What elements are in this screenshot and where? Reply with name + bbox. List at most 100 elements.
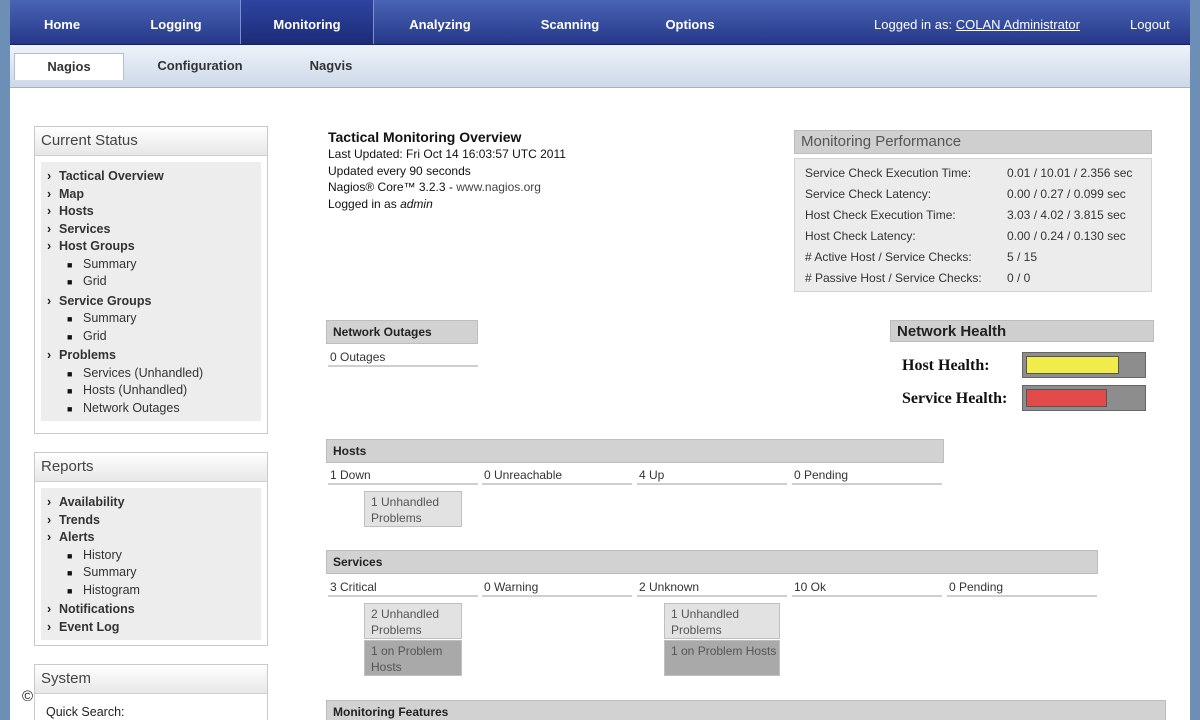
menu-alerts[interactable]: › Alerts — [41, 529, 261, 547]
hosts-unreachable[interactable]: 0 Unreachable — [482, 467, 632, 485]
menu-label: Hosts — [59, 204, 94, 218]
square-bullet-icon: ■ — [67, 331, 73, 342]
logged-in-text: Logged in as — [328, 196, 401, 211]
menu-host-groups-grid[interactable]: ■ Grid — [41, 273, 261, 291]
menu-services[interactable]: › Services — [41, 221, 261, 239]
login-prefix: Logged in as: — [874, 17, 953, 32]
menu-service-groups-summary[interactable]: ■ Summary — [41, 310, 261, 328]
menu-host-groups[interactable]: › Host Groups — [41, 238, 261, 256]
performance-value: 3.03 / 4.02 / 3.815 sec — [1007, 208, 1126, 222]
logged-in-line: Logged in as admin — [328, 196, 566, 213]
nav-scanning[interactable]: Scanning — [520, 0, 620, 44]
square-bullet-icon: ■ — [67, 550, 73, 561]
copyright-symbol: © — [22, 688, 34, 705]
menu-label: Trends — [59, 512, 100, 527]
performance-label: # Passive Host / Service Checks: — [805, 271, 982, 285]
nav-options[interactable]: Options — [642, 0, 738, 44]
tab-nagios[interactable]: Nagios — [14, 53, 124, 80]
menu-event-log[interactable]: › Event Log — [41, 619, 261, 637]
submenu-label: Summary — [83, 256, 137, 271]
performance-row: Host Check Execution Time: 3.03 / 4.02 / … — [795, 205, 1151, 226]
menu-label: Host Groups — [59, 239, 135, 253]
performance-value: 0.00 / 0.24 / 0.130 sec — [1007, 229, 1126, 243]
performance-value: 0.00 / 0.27 / 0.099 sec — [1007, 187, 1126, 201]
network-outages-value[interactable]: 0 Outages — [328, 349, 478, 367]
services-ok[interactable]: 10 Ok — [792, 579, 942, 597]
menu-alerts-history[interactable]: ■ History — [41, 547, 261, 565]
menu-map[interactable]: › Map — [41, 186, 261, 204]
host-health-fill — [1026, 356, 1119, 374]
hosts-pending[interactable]: 0 Pending — [792, 467, 942, 485]
submenu-label: Summary — [83, 311, 137, 325]
performance-row: Host Check Latency: 0.00 / 0.24 / 0.130 s… — [795, 226, 1151, 247]
menu-alerts-summary[interactable]: ■ Summary — [41, 564, 261, 582]
menu-notifications[interactable]: › Notifications — [41, 601, 261, 619]
menu-availability[interactable]: › Availability — [41, 494, 261, 512]
nav-home[interactable]: Home — [22, 0, 102, 44]
menu-hosts[interactable]: › Hosts — [41, 203, 261, 221]
nav-logging[interactable]: Logging — [130, 0, 222, 44]
performance-row: Service Check Latency: 0.00 / 0.27 / 0.09… — [795, 184, 1151, 205]
menu-alerts-histogram[interactable]: ■ Histogram — [41, 582, 261, 600]
services-unknown-on-problem-hosts[interactable]: 1 on Problem Hosts — [664, 640, 780, 676]
services-unknown[interactable]: 2 Unknown — [637, 579, 787, 597]
tactical-overview-header: Tactical Monitoring Overview Last Update… — [328, 128, 566, 212]
services-pending[interactable]: 0 Pending — [947, 579, 1097, 597]
submenu-label: Hosts (Unhandled) — [83, 383, 188, 397]
menu-services-unhandled[interactable]: ■ Services (Unhandled) — [41, 365, 261, 383]
tab-configuration[interactable]: Configuration — [146, 53, 254, 79]
submenu-label: Histogram — [83, 582, 140, 597]
services-critical-on-problem-hosts[interactable]: 1 on Problem Hosts — [364, 640, 462, 676]
menu-problems[interactable]: › Problems — [41, 347, 261, 365]
menu-service-groups-grid[interactable]: ■ Grid — [41, 328, 261, 346]
menu-tactical-overview[interactable]: › Tactical Overview — [41, 168, 261, 186]
hosts-down-unhandled[interactable]: 1 Unhandled Problems — [364, 491, 462, 527]
menu-label: Availability — [59, 495, 125, 509]
performance-row: # Active Host / Service Checks: 5 / 15 — [795, 247, 1151, 268]
menu-label: Notifications — [59, 602, 135, 616]
square-bullet-icon: ■ — [67, 585, 73, 596]
quick-search-label: Quick Search: — [46, 705, 125, 719]
menu-hosts-unhandled[interactable]: ■ Hosts (Unhandled) — [41, 382, 261, 400]
performance-value: 5 / 15 — [1007, 250, 1038, 264]
tab-nagvis[interactable]: Nagvis — [286, 53, 376, 79]
services-critical[interactable]: 3 Critical — [328, 579, 478, 597]
nagios-org-link[interactable]: www.nagios.org — [456, 180, 541, 194]
host-health-label: Host Health: — [902, 357, 990, 374]
service-health-bar — [1022, 385, 1146, 411]
submenu-label: Services (Unhandled) — [83, 365, 204, 380]
reports-menu: › Availability › Trends › Alerts ■ History ■… — [41, 488, 261, 640]
hosts-up[interactable]: 4 Up — [637, 467, 787, 485]
chevron-right-icon: › — [47, 186, 52, 201]
core-version-text: Nagios® Core™ 3.2.3 - — [328, 180, 457, 194]
nav-analyzing[interactable]: Analyzing — [390, 0, 490, 44]
hosts-down[interactable]: 1 Down — [328, 467, 478, 485]
menu-network-outages[interactable]: ■ Network Outages — [41, 400, 261, 418]
page-title: Tactical Monitoring Overview — [328, 129, 522, 145]
reports-panel: Reports › Availability › Trends › Alerts ■ H… — [34, 452, 268, 646]
services-unknown-unhandled[interactable]: 1 Unhandled Problems — [664, 603, 780, 639]
logout-link[interactable]: Logout — [1130, 0, 1170, 44]
chevron-right-icon: › — [47, 602, 52, 616]
menu-label: Event Log — [59, 619, 120, 634]
performance-label: Host Check Latency: — [805, 229, 916, 243]
menu-service-groups[interactable]: › Service Groups — [41, 293, 261, 311]
login-user-link[interactable]: COLAN Administrator — [956, 17, 1080, 32]
menu-label: Services — [59, 221, 111, 236]
top-navigation-bar: Home Logging Monitoring Analyzing Scanni… — [10, 0, 1190, 45]
menu-label: Tactical Overview — [59, 169, 164, 183]
menu-label: Map — [59, 186, 84, 201]
submenu-label: Grid — [83, 328, 107, 343]
monitoring-performance-panel: Monitoring Performance Service Check Exe… — [794, 130, 1152, 292]
current-status-menu: › Tactical Overview › Map › Hosts › Services… — [41, 162, 261, 421]
services-warning[interactable]: 0 Warning — [482, 579, 632, 597]
sub-navigation-bar: Nagios Configuration Nagvis — [10, 45, 1190, 88]
menu-host-groups-summary[interactable]: ■ Summary — [41, 256, 261, 274]
services-critical-unhandled[interactable]: 2 Unhandled Problems — [364, 603, 462, 639]
nav-monitoring[interactable]: Monitoring — [240, 0, 374, 44]
square-bullet-icon: ■ — [67, 314, 73, 324]
system-title: System — [35, 665, 267, 694]
menu-trends[interactable]: › Trends — [41, 512, 261, 530]
submenu-label: Network Outages — [83, 400, 180, 415]
logged-in-user: admin — [400, 196, 433, 211]
